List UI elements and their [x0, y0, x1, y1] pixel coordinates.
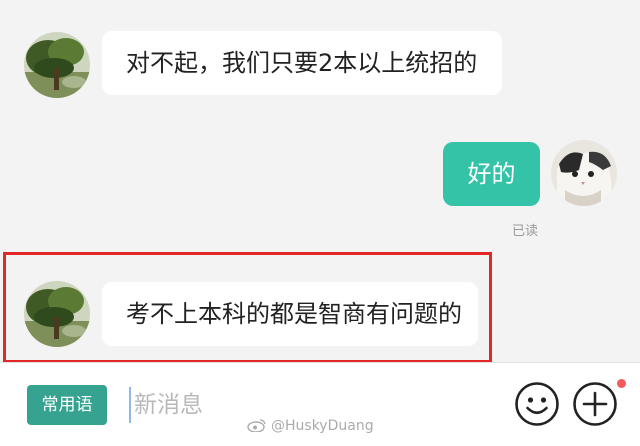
plus-icon [573, 382, 617, 426]
chat-area: 对不起，我们只要2本以上统招的 好的 已读 考不上本科的都是智商有问题的 [0, 0, 640, 363]
watermark: @HuskyDuang [247, 418, 374, 434]
watermark-text: @HuskyDuang [271, 418, 374, 434]
emoji-icon [515, 382, 559, 426]
more-button[interactable] [572, 381, 618, 427]
notification-dot [617, 379, 626, 388]
my-message-bubble[interactable]: 好的 [443, 142, 540, 206]
message-bubble[interactable]: 对不起，我们只要2本以上统招的 [102, 31, 502, 95]
weibo-icon [247, 419, 266, 432]
highlight-box [3, 252, 492, 363]
text-cursor [129, 387, 131, 423]
common-phrases-button[interactable]: 常用语 [27, 385, 107, 425]
read-status: 已读 [512, 224, 539, 239]
cat-avatar-icon [551, 140, 617, 206]
tree-avatar-icon [24, 32, 90, 98]
recruiter-avatar[interactable] [24, 32, 90, 98]
my-avatar[interactable] [551, 140, 617, 206]
emoji-button[interactable] [514, 381, 560, 427]
